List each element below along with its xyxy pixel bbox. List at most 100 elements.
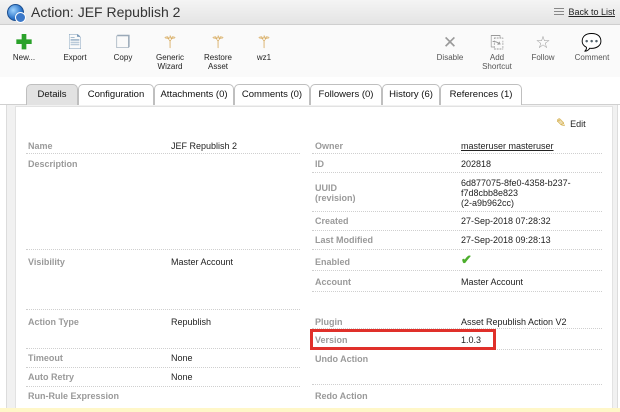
field-row-redo-action: Redo Action <box>312 388 602 406</box>
field-value-timeout: None <box>171 353 193 363</box>
field-value-plugin: Asset Republish Action V2 <box>461 317 567 327</box>
field-label-enabled: Enabled <box>315 257 351 267</box>
field-value-created: 27-Sep-2018 07:28:32 <box>461 216 551 226</box>
field-label-undo-action: Undo Action <box>315 354 369 364</box>
field-row-owner: Owner masteruser masteruser <box>312 138 602 154</box>
field-value-visibility: Master Account <box>171 257 234 267</box>
restore-asset-label-line2: Asset <box>207 62 228 71</box>
field-label-account: Account <box>315 277 351 287</box>
new-label: New... <box>12 53 36 62</box>
bottom-notice-strip <box>0 408 620 412</box>
restore-asset-button[interactable]: ⚚ Restore Asset <box>200 33 236 71</box>
copy-button[interactable]: ❐ Copy <box>108 33 138 62</box>
field-row-auto-retry: Auto Retry None <box>26 369 300 387</box>
field-value-account: Master Account <box>461 277 524 287</box>
owner-link[interactable]: masteruser masteruser <box>461 141 554 151</box>
comment-label: Comment <box>574 53 610 62</box>
tab-configuration[interactable]: Configuration <box>78 84 154 105</box>
field-row-id: ID 202818 <box>312 155 602 173</box>
tab-followers[interactable]: Followers (0) <box>310 84 382 105</box>
pencil-icon: ✎ <box>556 116 567 130</box>
comment-button[interactable]: 💬 Comment <box>572 33 612 62</box>
export-button[interactable]: 🗎 Export <box>58 33 92 62</box>
wz1-button[interactable]: ⚚ wz1 <box>252 33 276 62</box>
title-bar: Action: JEF Republish 2 Back to List <box>0 0 620 25</box>
field-row-description: Description <box>26 155 300 250</box>
plus-icon: ✚ <box>15 32 33 54</box>
field-row-account: Account Master Account <box>312 272 602 292</box>
restore-asset-label-line1: Restore <box>203 53 232 62</box>
field-label-auto-retry: Auto Retry <box>28 372 75 382</box>
action-globe-icon <box>7 4 26 23</box>
disable-label: Disable <box>436 53 464 62</box>
edit-label: Edit <box>570 119 586 129</box>
shortcut-icon: ⎘ <box>490 33 504 52</box>
field-label-plugin: Plugin <box>315 317 343 327</box>
back-to-list-link[interactable]: Back to List <box>554 7 615 17</box>
toolbar: ✚ New... 🗎 Export ❐ Copy ⚚ Generic Wizar… <box>0 25 620 77</box>
tab-details[interactable]: Details <box>26 84 78 105</box>
field-value-uuid-line2: (2-a9b962cc) <box>461 198 515 208</box>
wand-icon: ⚚ <box>162 33 178 52</box>
page-title: Action: JEF Republish 2 <box>31 4 181 20</box>
copy-icon: ❐ <box>115 33 131 52</box>
field-row-visibility: Visibility Master Account <box>26 251 300 310</box>
add-shortcut-button[interactable]: ⎘ Add Shortcut <box>478 33 516 71</box>
field-row-run-rule: Run-Rule Expression <box>26 388 300 406</box>
field-label-description: Description <box>28 159 78 169</box>
wz1-label: wz1 <box>256 53 272 62</box>
field-row-action-type: Action Type Republish <box>26 311 300 349</box>
field-label-visibility: Visibility <box>28 257 65 267</box>
field-value-uuid-line1: 6d877075-8fe0-4358-b237-f7d8cbb8e823 <box>461 178 571 198</box>
field-row-uuid: UUID (revision) 6d877075-8fe0-4358-b237-f… <box>312 174 602 212</box>
field-label-timeout: Timeout <box>28 353 63 363</box>
back-to-list-label: Back to List <box>568 7 615 17</box>
field-row-timeout: Timeout None <box>26 350 300 368</box>
field-label-name: Name <box>28 141 53 151</box>
wand-icon: ⚚ <box>256 33 272 52</box>
tab-references[interactable]: References (1) <box>440 84 522 105</box>
field-label-last-modified: Last Modified <box>315 235 373 245</box>
field-value-uuid: 6d877075-8fe0-4358-b237-f7d8cbb8e823 (2-a… <box>461 178 586 208</box>
field-value-last-modified: 27-Sep-2018 09:28:13 <box>461 235 551 245</box>
field-row-created: Created 27-Sep-2018 07:28:32 <box>312 213 602 231</box>
field-value-id: 202818 <box>461 159 492 169</box>
field-value-name: JEF Republish 2 <box>171 141 238 151</box>
field-value-action-type: Republish <box>171 317 212 327</box>
list-icon <box>554 8 565 16</box>
field-label-created: Created <box>315 216 349 226</box>
add-shortcut-label-line2: Shortcut <box>482 62 512 71</box>
tab-history[interactable]: History (6) <box>382 84 440 105</box>
wand-icon: ⚚ <box>210 33 226 52</box>
field-row-last-modified: Last Modified 27-Sep-2018 09:28:13 <box>312 232 602 250</box>
export-label: Export <box>63 53 87 62</box>
new-button[interactable]: ✚ New... <box>12 33 36 62</box>
field-label-uuid-line1: UUID <box>315 183 337 193</box>
field-label-redo-action: Redo Action <box>315 391 368 401</box>
close-icon: ✕ <box>442 33 458 52</box>
field-row-enabled: Enabled ✔ <box>312 251 602 271</box>
tab-attachments[interactable]: Attachments (0) <box>154 84 234 105</box>
field-row-name: Name JEF Republish 2 <box>26 138 300 154</box>
field-row-undo-action: Undo Action <box>312 351 602 385</box>
copy-label: Copy <box>113 53 133 62</box>
field-label-uuid: UUID (revision) <box>315 183 356 203</box>
field-label-action-type: Action Type <box>28 317 79 327</box>
export-icon: 🗎 <box>68 33 82 52</box>
version-highlight-box <box>310 329 496 350</box>
follow-button[interactable]: ☆ Follow <box>528 33 558 62</box>
speech-bubble-icon: 💬 <box>581 33 603 52</box>
checkmark-icon: ✔ <box>461 252 472 267</box>
generic-wizard-button[interactable]: ⚚ Generic Wizard <box>150 33 190 71</box>
field-row-plugin: Plugin Asset Republish Action V2 <box>312 311 602 329</box>
field-label-run-rule: Run-Rule Expression <box>28 391 120 401</box>
tab-comments[interactable]: Comments (0) <box>234 84 310 105</box>
disable-button[interactable]: ✕ Disable <box>433 33 467 62</box>
star-icon: ☆ <box>535 33 551 52</box>
follow-label: Follow <box>531 53 555 62</box>
edit-button[interactable]: ✎ Edit <box>556 116 586 130</box>
field-value-auto-retry: None <box>171 372 193 382</box>
field-label-owner: Owner <box>315 141 344 151</box>
generic-wizard-label-line2: Wizard <box>157 62 183 71</box>
generic-wizard-label-line1: Generic <box>155 53 184 62</box>
